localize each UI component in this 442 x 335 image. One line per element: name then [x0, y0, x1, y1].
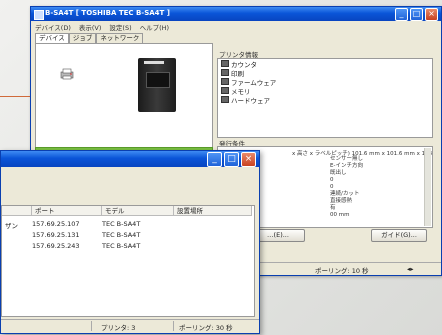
tab-strip: デバイス ジョブ ネットワーク	[35, 33, 144, 43]
column-header-model[interactable]: モデル	[102, 206, 174, 216]
menu-view[interactable]: 表示(V)	[79, 22, 102, 32]
status-bar: プリンタ: 3 ポーリング: 30 秒	[1, 319, 259, 333]
tab-network[interactable]: ネットワーク	[96, 33, 144, 43]
maximize-button[interactable]: □	[224, 152, 239, 167]
tree-item-hardware[interactable]: ハードウェア	[221, 95, 432, 105]
counter-icon	[221, 60, 229, 67]
polling-status: ポーリング: 10 秒	[315, 267, 369, 275]
app-icon	[34, 10, 44, 20]
connection-icon: ◂▸	[407, 265, 414, 273]
printer-icon	[60, 68, 74, 80]
minimize-button[interactable]: _	[395, 8, 408, 21]
firmware-icon	[221, 78, 229, 85]
table-row[interactable]: ザン 157.69.25.107 TEC B-SA4T	[2, 219, 252, 230]
polling-status: ポーリング: 30 秒	[179, 324, 233, 332]
menu-device[interactable]: デバイス(D)	[35, 22, 71, 32]
tree-item-firmware[interactable]: ファームウェア	[221, 77, 432, 87]
menu-settings[interactable]: 設定(S)	[109, 22, 131, 32]
close-button[interactable]: ×	[241, 152, 256, 167]
menu-bar: デバイス(D) 表示(V) 設定(S) ヘルプ(H)	[31, 21, 441, 32]
memory-icon	[221, 87, 229, 94]
menu-help[interactable]: ヘルプ(H)	[140, 22, 169, 32]
column-header-port[interactable]: ポート	[32, 206, 102, 216]
conditions-scrollbar[interactable]	[424, 148, 431, 226]
conditions-values: センサー無し E-インチ方向 既出し 0 0 連続/カット 直接感熱 有 00 …	[330, 156, 364, 218]
minimize-button[interactable]: _	[207, 152, 222, 167]
printer-info-tree: カウンタ 印刷 ファームウェア メモリ ハードウェア	[217, 58, 433, 138]
print-icon	[221, 69, 229, 76]
tree-item-counter[interactable]: カウンタ	[221, 59, 432, 69]
table-row[interactable]: 157.69.25.131 TEC B-SA4T	[2, 230, 252, 241]
title-bar[interactable]: B-SA4T [ TOSHIBA TEC B-SA4T ] _ □ ×	[31, 7, 441, 21]
printer-image	[138, 58, 176, 112]
device-panel	[35, 43, 213, 149]
tab-job[interactable]: ジョブ	[68, 33, 97, 43]
column-header-name[interactable]	[2, 206, 32, 216]
printer-count: プリンタ: 3	[101, 324, 136, 332]
maximize-button[interactable]: □	[410, 8, 423, 21]
close-button[interactable]: ×	[425, 8, 438, 21]
table-row[interactable]: 157.69.25.243 TEC B-SA4T	[2, 241, 252, 252]
printer-list: ポート モデル 設置場所 ザン 157.69.25.107 TEC B-SA4T…	[1, 205, 255, 317]
window-title: B-SA4T [ TOSHIBA TEC B-SA4T ]	[45, 9, 170, 17]
printer-list-window: _ □ × ポート モデル 設置場所 ザン 157.69.25.107 TEC …	[0, 150, 260, 334]
title-bar[interactable]: _ □ ×	[1, 151, 259, 167]
hardware-icon	[221, 96, 229, 103]
guide-button[interactable]: ガイド(G)...	[371, 229, 427, 242]
tab-device[interactable]: デバイス	[35, 33, 69, 43]
column-header-location[interactable]: 設置場所	[174, 206, 252, 216]
